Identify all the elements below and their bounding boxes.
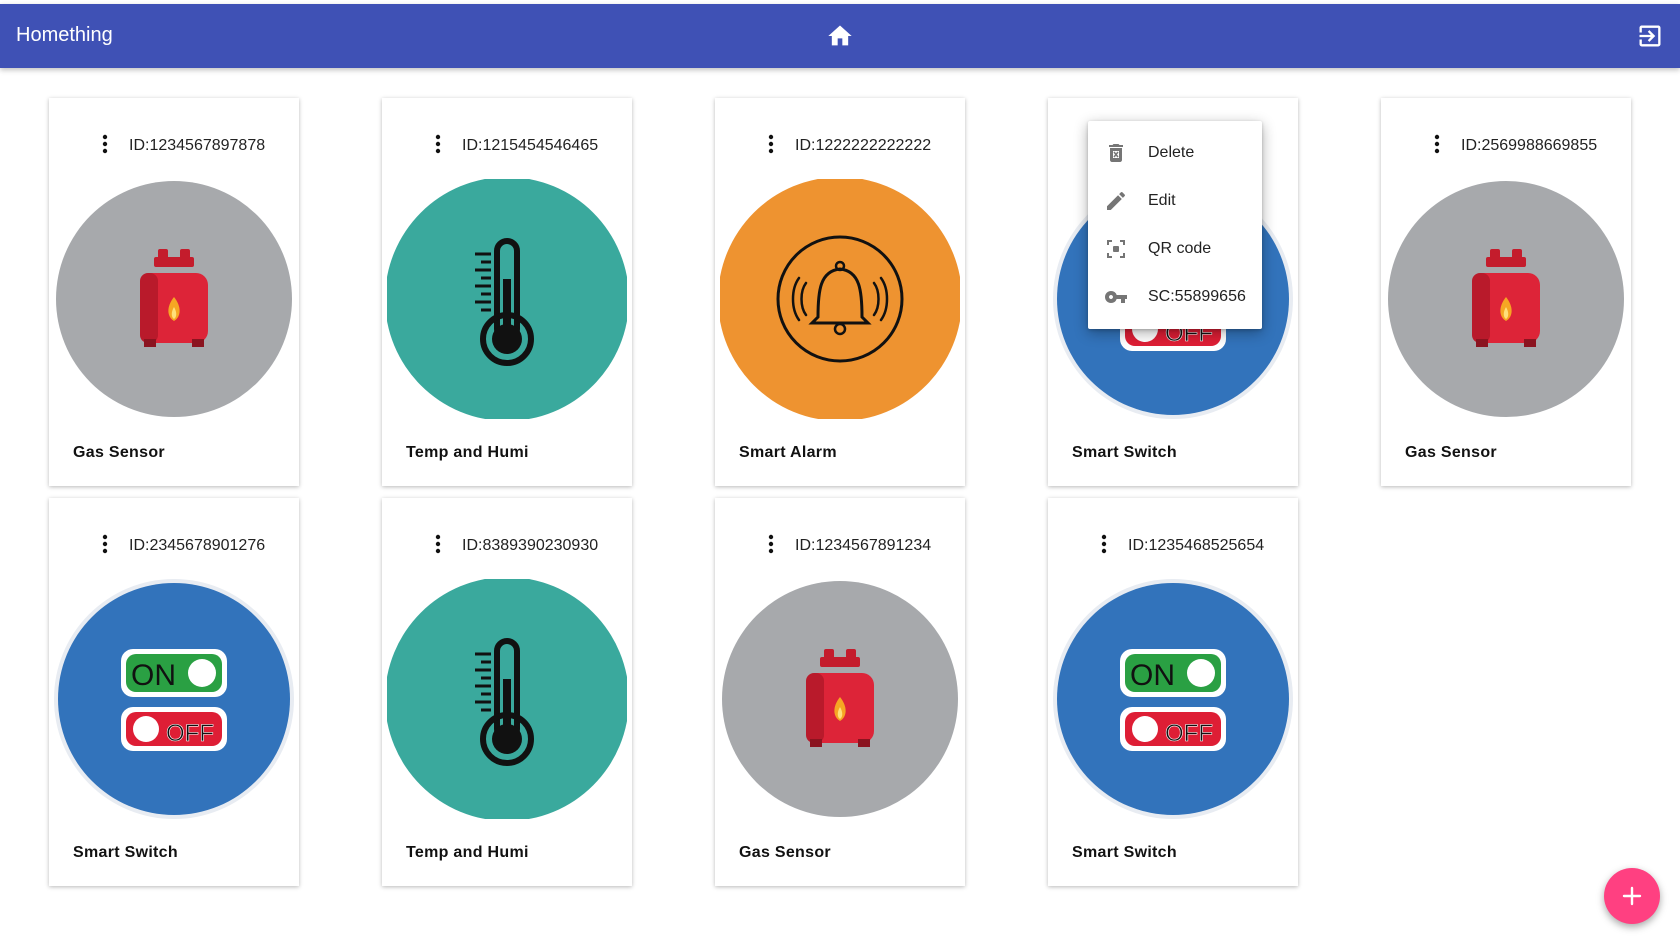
device-name: Smart Switch [1072, 844, 1177, 861]
device-id: ID:1234567891234 [795, 537, 932, 554]
device-context-menu: Delete Edit QR code SC:55899656 [1088, 121, 1262, 329]
temp-device-image [385, 577, 629, 821]
gas-device-image [720, 579, 960, 819]
device-id: ID:2345678901276 [129, 537, 266, 554]
device-name: Smart Alarm [739, 444, 837, 461]
key-icon [1105, 291, 1127, 303]
menu-item-label: Delete [1148, 144, 1195, 161]
gas-device-image [1386, 179, 1626, 419]
menu-item-delete[interactable]: Delete [1088, 129, 1262, 177]
temp-device-image [385, 177, 629, 421]
menu-item-label: QR code [1148, 240, 1212, 257]
more-vert-icon[interactable] [767, 134, 775, 154]
device-name: Gas Sensor [739, 844, 831, 861]
logout-icon [1639, 25, 1661, 47]
more-vert-icon[interactable] [101, 134, 109, 154]
device-id: ID:1215454546465 [462, 137, 599, 154]
device-card[interactable]: ID:1234567891234 Gas Sensor [715, 498, 965, 886]
svg-text:ON: ON [131, 659, 176, 692]
device-name: Smart Switch [73, 844, 178, 861]
device-name: Smart Switch [1072, 444, 1177, 461]
device-name: Gas Sensor [1405, 444, 1497, 461]
device-card[interactable]: ID:1215454546465 Temp and Humi [382, 98, 632, 486]
device-card[interactable]: ID:1235468525654 ON OFF Smart Switch [1048, 498, 1298, 886]
svg-text:OFF: OFF [1165, 720, 1213, 747]
menu-item-security-code[interactable]: SC:55899656 [1088, 273, 1262, 321]
device-card[interactable]: ID:1222222222222 Smart Alarm [715, 98, 965, 486]
device-id: ID:1235468525654 [1128, 537, 1265, 554]
device-card[interactable]: ID:2569988669855 Gas Sensor [1381, 98, 1631, 486]
home-button[interactable] [826, 22, 854, 50]
device-name: Temp and Humi [406, 844, 529, 861]
switch-device-image: ON OFF [54, 579, 294, 819]
more-vert-icon[interactable] [434, 534, 442, 554]
plus-icon [1622, 886, 1642, 906]
device-card[interactable]: ID:1234567897878 Gas Sensor [49, 98, 299, 486]
device-id: ID:1222222222222 [795, 137, 932, 154]
svg-text:OFF: OFF [166, 720, 214, 747]
device-id: ID:2569988669855 [1461, 137, 1598, 154]
device-id: ID:1234567897878 [129, 137, 266, 154]
qr-scan-icon [1107, 240, 1125, 258]
menu-item-qr-code[interactable]: QR code [1088, 225, 1262, 273]
svg-text:ON: ON [1130, 659, 1175, 692]
menu-item-label: SC:55899656 [1148, 288, 1246, 305]
device-name: Gas Sensor [73, 444, 165, 461]
more-vert-icon[interactable] [767, 534, 775, 554]
logout-button[interactable] [1636, 22, 1664, 50]
app-title: Homething [16, 24, 113, 46]
more-vert-icon[interactable] [434, 134, 442, 154]
more-vert-icon[interactable] [101, 534, 109, 554]
more-vert-icon[interactable] [1100, 534, 1108, 554]
home-icon [828, 25, 852, 46]
menu-item-label: Edit [1148, 192, 1176, 209]
device-id: ID:8389390230930 [462, 537, 599, 554]
add-device-button[interactable] [1604, 868, 1660, 924]
app-bar: Homething [0, 4, 1680, 68]
alarm-device-image [718, 177, 962, 421]
switch-device-image: ON OFF [1053, 579, 1293, 819]
device-card[interactable]: ID:2345678901276 ON OFF Smart Switch [49, 498, 299, 886]
trash-icon [1109, 144, 1123, 162]
gas-device-image [54, 179, 294, 419]
more-vert-icon[interactable] [1433, 134, 1441, 154]
device-card[interactable]: ID:8389390230930 Temp and Humi [382, 498, 632, 886]
pencil-icon [1107, 191, 1126, 210]
device-name: Temp and Humi [406, 444, 529, 461]
menu-item-edit[interactable]: Edit [1088, 177, 1262, 225]
